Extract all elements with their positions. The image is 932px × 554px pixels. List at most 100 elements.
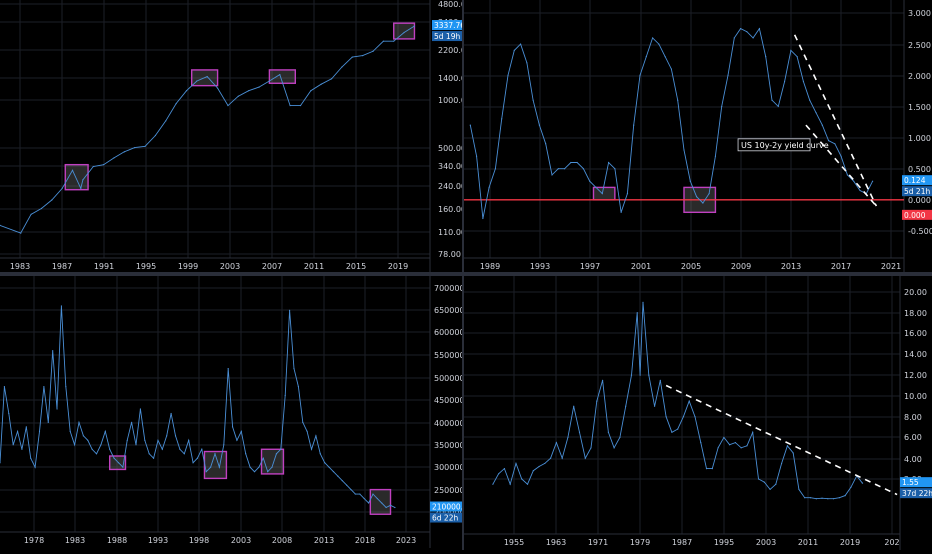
chart-panel-bottom-left[interactable]: 700000.00 650000.00 600000.00 550000.00 5000…	[0, 276, 477, 550]
data-point	[796, 56, 798, 58]
data-point	[708, 193, 710, 195]
x-tick-label: 2019	[388, 262, 408, 271]
x-tick-label: 2011	[304, 262, 324, 271]
data-point	[236, 439, 238, 441]
data-point	[363, 497, 365, 500]
x-tick-label: 1979	[630, 538, 650, 547]
x-tick-label: 1988	[107, 536, 127, 545]
data-point	[859, 189, 861, 192]
data-point	[570, 161, 572, 164]
data-point	[144, 145, 146, 147]
price-label: 3337.76	[434, 21, 462, 30]
data-point	[71, 169, 74, 171]
x-tick-label: 1987	[52, 262, 72, 271]
data-point	[752, 431, 754, 433]
data-point	[567, 436, 569, 439]
data-point	[557, 168, 559, 170]
data-point	[777, 105, 779, 108]
y-tick-label: 16.00	[904, 329, 927, 338]
data-point	[521, 478, 523, 480]
data-point	[341, 66, 343, 68]
data-point	[152, 457, 155, 459]
chart-bottom-right-svg[interactable]: 20.00 18.00 16.00 14.00 12.00 10.00 8.00 6.00 4.…	[464, 276, 932, 550]
data-point	[519, 43, 522, 45]
x-tick-label: 1991	[94, 262, 114, 271]
data-point	[179, 448, 181, 450]
data-point	[844, 495, 846, 497]
data-point	[677, 428, 679, 430]
grid	[464, 0, 904, 258]
highlight-box[interactable]	[592, 186, 616, 201]
x-tick-label: 1989	[480, 262, 500, 271]
data-point	[601, 193, 603, 195]
x-tick-label: 2003	[220, 262, 240, 271]
y-tick-label: 1.500	[908, 103, 931, 112]
data-point	[526, 483, 529, 485]
data-point	[563, 168, 566, 170]
countdown-label: 5d 21h	[904, 187, 930, 196]
data-point	[302, 421, 304, 423]
y-tick-label: 1000.00	[438, 96, 462, 105]
x-tick-label: 1978	[24, 536, 44, 545]
data-point	[69, 430, 71, 432]
data-point	[103, 164, 105, 166]
y-tick-label: 1400.00	[438, 74, 462, 83]
data-point	[815, 498, 817, 500]
data-point	[310, 448, 313, 450]
data-point	[30, 457, 32, 459]
data-point	[538, 124, 541, 126]
chart-top-right-svg[interactable]: 3.000 2.500 2.000 1.500 1.000 0.500 0.000 -0.50…	[464, 0, 932, 274]
data-point	[626, 193, 629, 195]
y-tick-label: 550000.00	[434, 351, 462, 360]
y-tick-label: 4800.00	[438, 0, 462, 9]
data-point	[337, 475, 339, 477]
data-point	[34, 466, 36, 468]
y-tick-label: 300000.00	[434, 463, 462, 472]
data-point	[293, 368, 295, 370]
y-tick-label: 20.00	[904, 288, 927, 297]
highlight-box[interactable]	[393, 22, 416, 40]
data-point	[289, 104, 291, 107]
x-tick-label: 1995	[136, 262, 156, 271]
data-point	[809, 497, 812, 499]
chart-bottom-left-svg[interactable]: 700000.00 650000.00 600000.00 550000.00 5000…	[0, 276, 477, 550]
data-point	[645, 56, 647, 58]
data-point	[362, 55, 364, 57]
data-point	[216, 87, 219, 89]
data-point	[310, 90, 312, 92]
data-point	[658, 43, 660, 45]
chart-top-left-svg[interactable]: 4800.003400.002200.001400.001000.00500.0…	[0, 0, 471, 274]
data-point	[739, 27, 742, 30]
data-point	[702, 202, 704, 204]
countdown-label: 37d 22h	[902, 489, 932, 498]
data-point	[104, 430, 106, 432]
data-point	[545, 143, 547, 145]
data-point	[271, 466, 273, 468]
x-tick-label: 1999	[178, 262, 198, 271]
data-point	[752, 37, 754, 39]
chart-panel-top-right[interactable]: 3.000 2.500 2.000 1.500 1.000 0.500 0.000 -0.50…	[464, 0, 932, 274]
chart-panel-top-left[interactable]: 4800.003400.002200.001400.001000.00500.0…	[0, 0, 471, 274]
x-tick-label: 1971	[588, 538, 608, 547]
data-point	[376, 497, 378, 500]
data-point	[544, 462, 546, 465]
y-tick-label: 3.000	[908, 9, 931, 18]
data-point	[636, 312, 638, 314]
data-point	[590, 447, 592, 449]
data-point	[642, 301, 644, 303]
trendline-upper[interactable]	[793, 34, 878, 207]
chart-panel-bottom-right[interactable]: 20.00 18.00 16.00 14.00 12.00 10.00 8.00 6.00 4.…	[464, 276, 932, 550]
data-point	[492, 483, 494, 485]
trendline[interactable]	[665, 384, 898, 496]
y-tick-label: 78.00	[438, 250, 461, 259]
x-tick-label: 2007	[262, 262, 282, 271]
data-point	[157, 439, 159, 441]
data-point	[664, 56, 666, 58]
data-point	[596, 400, 598, 402]
data-point	[25, 426, 27, 428]
data-point	[653, 405, 656, 407]
y-tick-label: 1.000	[908, 134, 931, 143]
data-point	[3, 385, 5, 388]
data-point	[538, 465, 540, 468]
data-point	[501, 118, 503, 120]
